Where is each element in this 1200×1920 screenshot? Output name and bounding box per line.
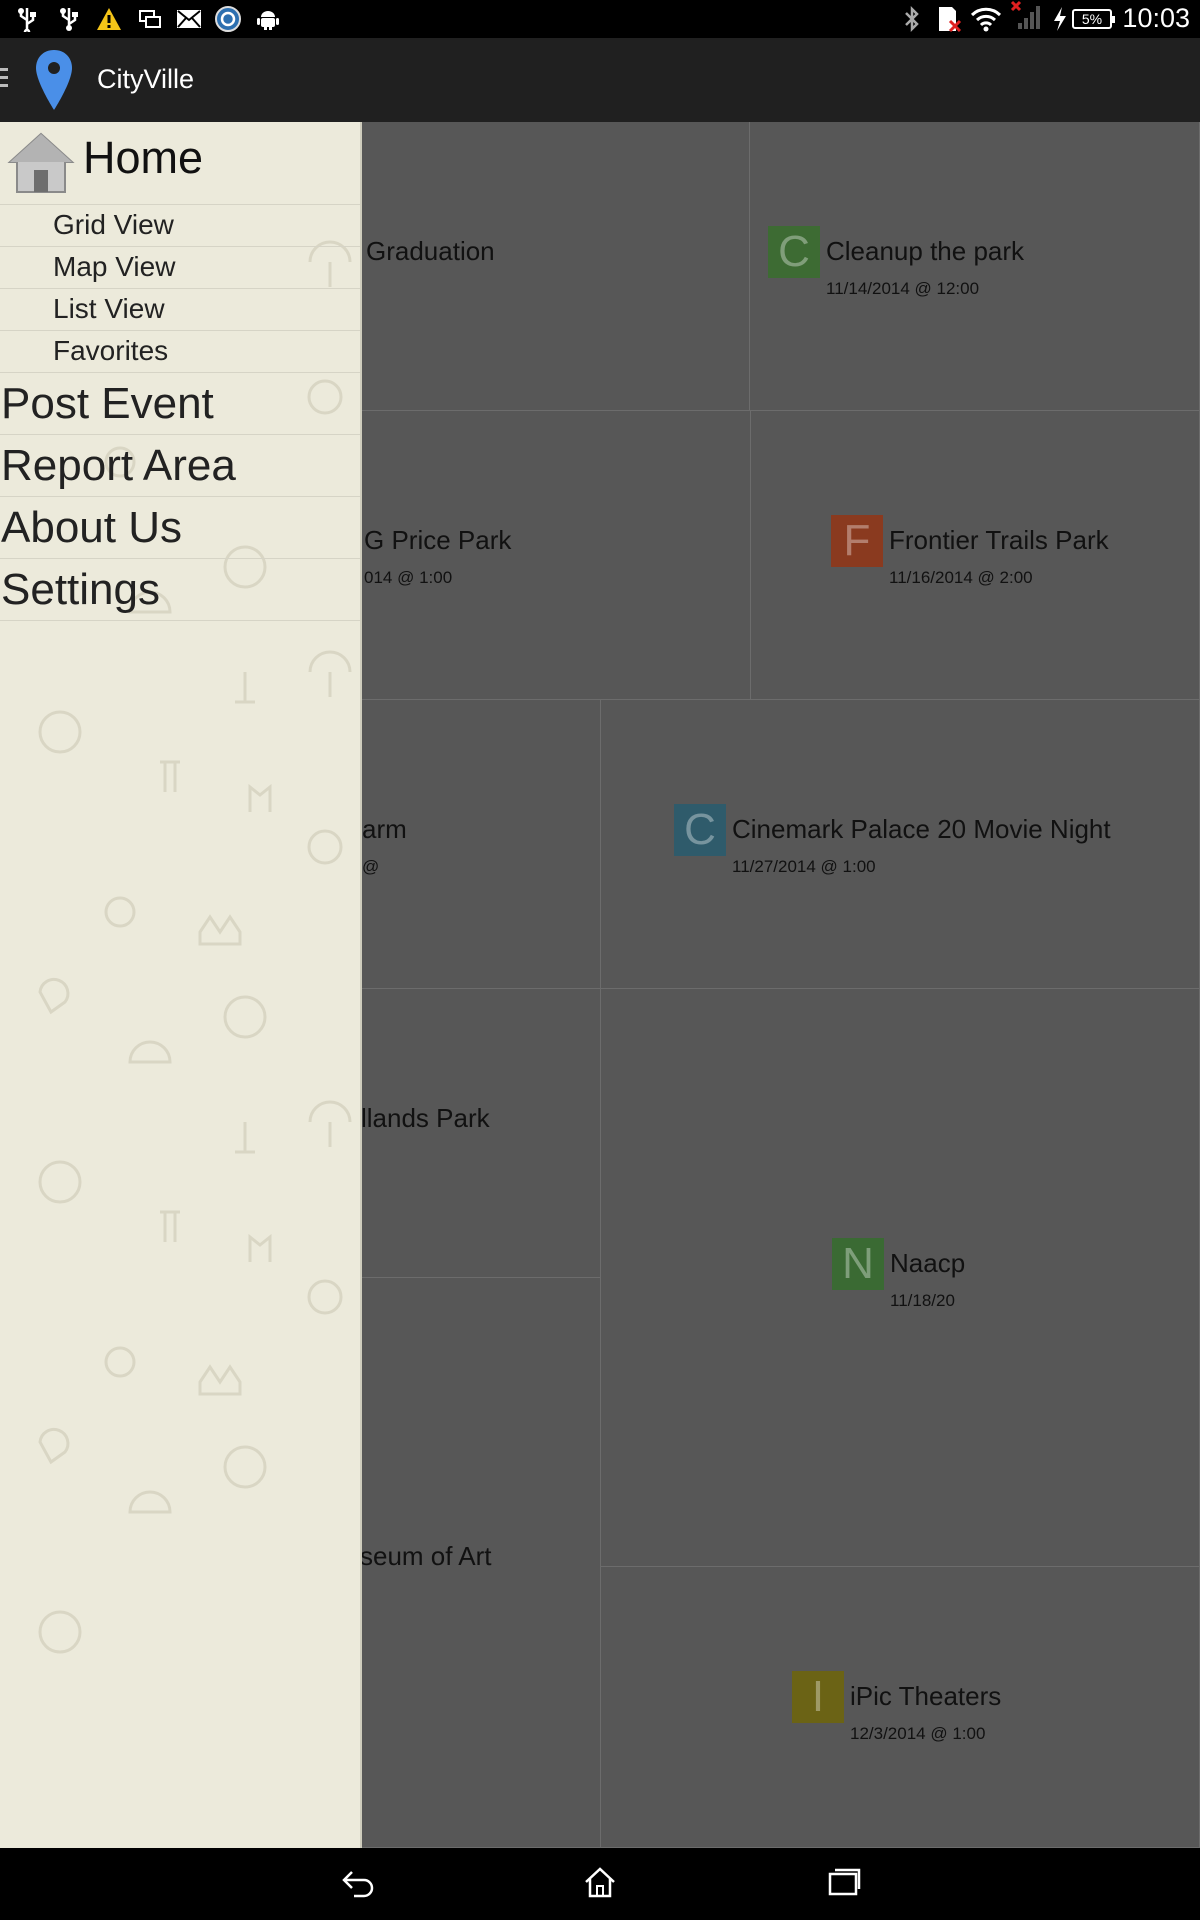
event-title: arm <box>362 814 407 844</box>
mail-icon <box>176 6 202 32</box>
event-date: 11/27/2014 @ 1:00 <box>732 857 876 876</box>
charging-icon <box>1052 6 1068 32</box>
event-letter-badge: I <box>792 1671 844 1723</box>
clock: 10:03 <box>1122 3 1190 33</box>
nav-item-map-view[interactable]: Map View <box>0 247 360 289</box>
event-date: 014 @ 1:00 <box>364 568 453 587</box>
usb-icon <box>16 6 38 32</box>
app-title: CityVille <box>97 64 195 94</box>
event-tile[interactable]: C Cleanup the park 11/14/2014 @ 12:00 <box>750 122 1200 411</box>
sync-icon <box>214 6 242 32</box>
warning-icon <box>96 6 122 32</box>
nav-item-label: Report Area <box>1 441 236 490</box>
sd-card-error-icon <box>936 6 962 33</box>
nav-item-label: Map View <box>53 251 176 282</box>
recent-apps-icon[interactable] <box>826 1864 862 1905</box>
nav-item-favorites[interactable]: Favorites <box>0 331 360 373</box>
nav-item-post-event[interactable]: Post Event <box>0 373 360 435</box>
event-title: llands Park <box>361 1103 490 1133</box>
event-title: Frontier Trails Park <box>889 525 1109 555</box>
status-bar: 5% 10:03 <box>0 0 1200 38</box>
back-icon[interactable] <box>340 1864 376 1905</box>
usb-debug-icon <box>58 6 80 32</box>
house-icon <box>6 130 76 201</box>
event-letter-badge: N <box>832 1238 884 1290</box>
navigation-drawer: Home Grid View Map View List View Favori… <box>0 122 362 1848</box>
event-letter-badge: C <box>674 804 726 856</box>
wifi-icon <box>970 6 1002 32</box>
nav-item-report-area[interactable]: Report Area <box>0 435 360 497</box>
event-title: seum of Art <box>360 1541 492 1571</box>
nav-item-grid-view[interactable]: Grid View <box>0 205 360 247</box>
nav-item-label: About Us <box>1 503 182 552</box>
event-title: Cleanup the park <box>826 236 1025 266</box>
nav-item-home[interactable]: Home <box>0 122 360 205</box>
nav-item-label: Post Event <box>1 379 214 428</box>
event-title: Cinemark Palace 20 Movie Night <box>732 814 1111 844</box>
event-title: G Price Park <box>364 525 512 555</box>
event-title: Naacp <box>890 1248 966 1278</box>
nav-item-settings[interactable]: Settings <box>0 559 360 621</box>
event-date: 11/16/2014 @ 2:00 <box>889 568 1033 587</box>
event-title: iPic Theaters <box>850 1681 1002 1711</box>
battery-icon: 5% <box>1072 9 1115 29</box>
android-icon <box>256 6 280 32</box>
nav-home-label: Home <box>83 132 204 183</box>
home-nav-icon[interactable] <box>582 1864 618 1905</box>
event-tile[interactable]: C Cinemark Palace 20 Movie Night 11/27/2… <box>601 700 1200 989</box>
nav-item-about-us[interactable]: About Us <box>0 497 360 559</box>
no-signal-icon <box>1006 0 1046 29</box>
event-date: @ <box>362 857 380 876</box>
nav-item-label: Favorites <box>53 335 169 366</box>
action-bar: CityVille <box>0 38 1200 124</box>
event-date: 11/18/20 <box>890 1291 955 1310</box>
event-letter-badge: C <box>768 226 820 278</box>
nav-item-label: List View <box>53 293 165 324</box>
event-tile[interactable]: N Naacp 11/18/20 <box>601 989 1200 1567</box>
screen-mirror-icon <box>138 6 162 32</box>
event-tile[interactable]: F Frontier Trails Park 11/16/2014 @ 2:00 <box>751 411 1200 700</box>
event-date: 12/3/2014 @ 1:00 <box>850 1724 986 1743</box>
drawer-toggle-icon[interactable] <box>0 68 8 92</box>
event-date: 11/14/2014 @ 12:00 <box>826 279 980 298</box>
system-navigation-bar <box>0 1848 1200 1920</box>
nav-item-label: Grid View <box>53 209 174 240</box>
location-pin-icon[interactable] <box>34 48 74 117</box>
nav-item-list-view[interactable]: List View <box>0 289 360 331</box>
event-letter-badge: F <box>831 515 883 567</box>
nav-item-label: Settings <box>1 565 160 614</box>
event-title: Graduation <box>366 236 495 266</box>
event-tile[interactable]: I iPic Theaters 12/3/2014 @ 1:00 <box>601 1567 1200 1848</box>
bluetooth-icon <box>902 5 922 33</box>
